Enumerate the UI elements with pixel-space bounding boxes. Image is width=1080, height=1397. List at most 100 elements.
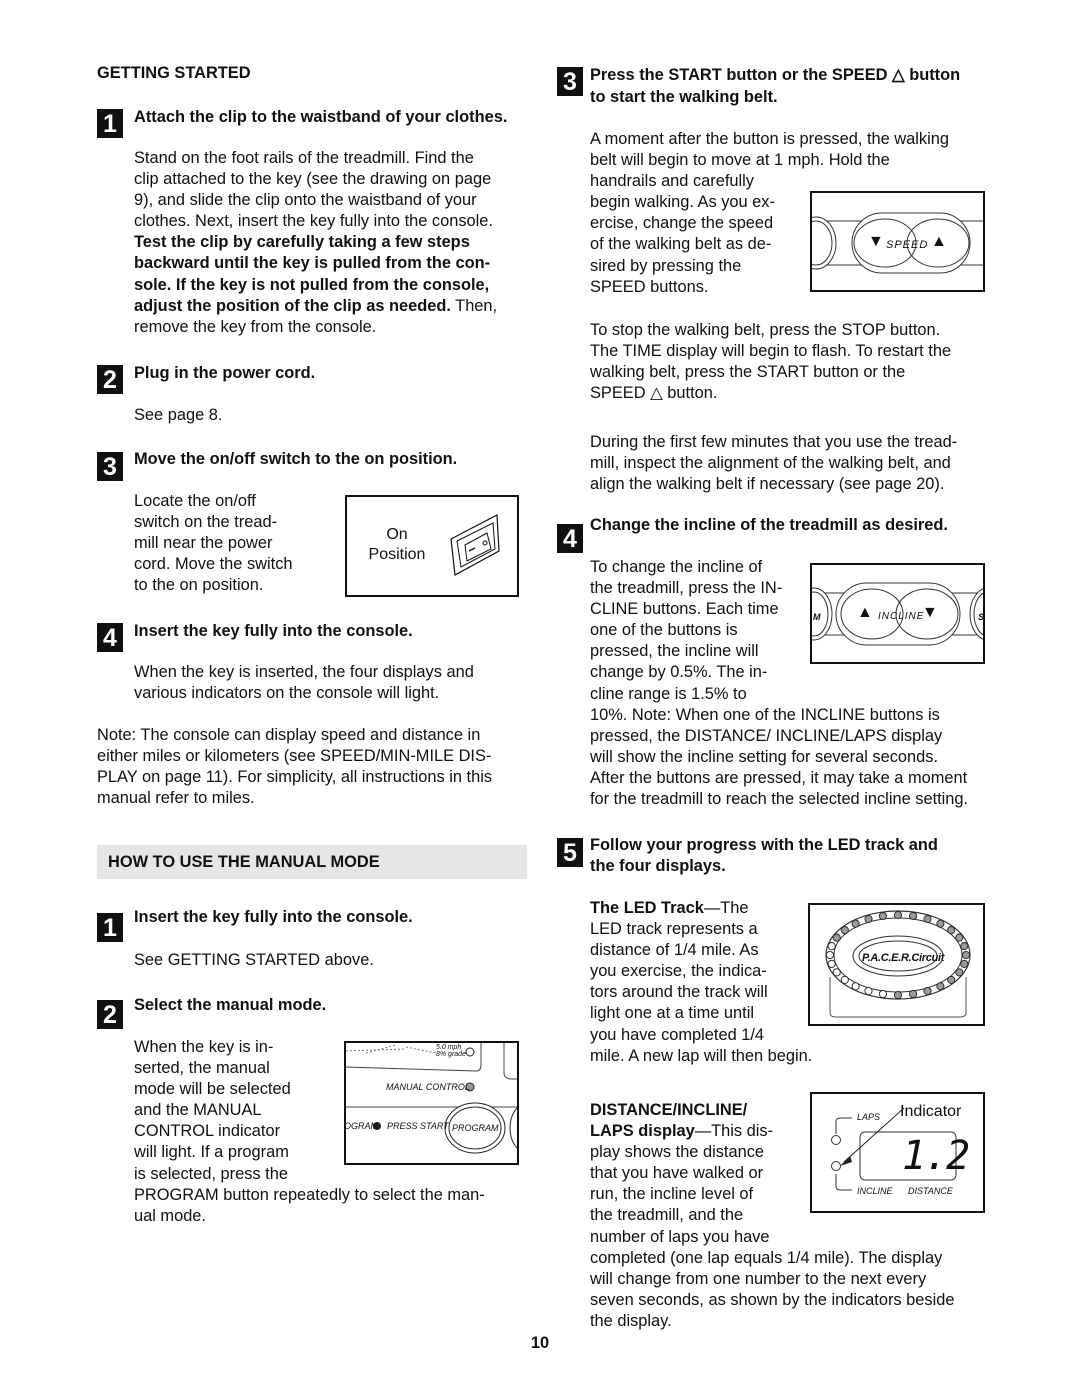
text-line: clip attached to the key (see the drawin… [134, 170, 492, 189]
step-number-badge: 3 [557, 67, 583, 96]
incline-indicator-label: INCLINE [857, 1186, 893, 1196]
distance-indicator-label: DISTANCE [908, 1186, 953, 1196]
text-line: When the key is inserted, the four displ… [134, 663, 474, 681]
belt-alignment-paragraph: During the first few minutes that you us… [590, 432, 957, 495]
text-line: The TIME display will begin to flash. To… [590, 342, 952, 361]
led-indicator-dot [909, 989, 918, 999]
text-line: for the treadmill to reach the selected … [590, 790, 969, 809]
text-line: 10%. Note: When one of the INCLINE butto… [590, 705, 940, 724]
text-line: you have completed 1/4 [590, 1025, 765, 1044]
text-line: PROGRAM button repeatedly to select the … [134, 1185, 485, 1204]
text-line: switch on the tread- [134, 513, 278, 532]
speed-up-icon: ▲ [931, 233, 947, 250]
text-line: align the walking belt if necessary (see… [590, 475, 945, 494]
units-note: Note: The console can display speed and … [97, 725, 492, 809]
text-line: mill, inspect the alignment of the walki… [590, 454, 951, 473]
laps-label: LAPS [857, 1112, 881, 1122]
speed-down-icon: ▼ [868, 233, 884, 250]
text-fragment: Then, [450, 296, 498, 315]
step-title: Insert the key fully into the console. [134, 908, 413, 926]
text-line: A moment after the button is pressed, th… [590, 130, 949, 148]
led-track-figure: P.A.C.E.R.Circuit [808, 903, 985, 1026]
led-indicator-dot [923, 914, 932, 924]
text-line: distance of 1/4 mile. As [590, 941, 759, 960]
term-label: LAPS display [590, 1122, 695, 1141]
incline-label: INCLINE [878, 611, 925, 622]
led-indicator-dot [955, 968, 964, 977]
title-line: Press the START button or the SPEED △ bu… [590, 66, 961, 84]
text-line: Locate the on/off [134, 492, 256, 510]
text-fragment: —The [703, 899, 749, 917]
manual-mode-heading: HOW TO USE THE MANUAL MODE [108, 853, 380, 871]
step-number-badge: 5 [557, 838, 583, 867]
led-indicator-dot [840, 975, 849, 984]
led-indicator-dot [832, 933, 841, 942]
warning-text: sole. If the key is not pulled from the … [134, 275, 490, 294]
step-number-badge: 2 [97, 1000, 123, 1029]
speed-label: SPEED [886, 239, 929, 251]
manual-control-console-figure: 5.0 mph 8% grade MANUAL CONTROL OGRAM PR… [344, 1041, 519, 1165]
text-line: Stand on the foot rails of the treadmill… [134, 149, 474, 167]
step-number-badge: 1 [97, 913, 123, 942]
led-indicator-dot [936, 982, 945, 991]
step-number-badge: 4 [97, 623, 123, 652]
text-line: you exercise, the indica- [590, 962, 767, 981]
manual-step-1-body: See GETTING STARTED above. [134, 951, 374, 969]
step-number-badge: 1 [97, 109, 123, 138]
led-indicator-dot [832, 968, 841, 977]
text-line: manual refer to miles. [97, 789, 255, 808]
text-line: either miles or kilometers (see SPEED/MI… [97, 747, 492, 766]
text-line: various indicators on the console will l… [134, 684, 440, 703]
led-indicator-dot [893, 910, 903, 920]
text-line: Note: The console can display speed and … [97, 726, 481, 744]
step-3-body: Locate the on/off switch on the tread- m… [134, 491, 293, 596]
led-indicator-dot [878, 989, 887, 999]
led-track-paragraph: The LED Track—The LED track represents a… [590, 898, 812, 1067]
led-indicator-dot [893, 990, 903, 1000]
speed-value-label: 5.0 mph [436, 1044, 462, 1051]
text-line: the display. [590, 1311, 672, 1330]
led-indicator-dot [878, 911, 887, 921]
grade-value-label: 8% grade [436, 1051, 466, 1058]
led-indicator-dot [864, 986, 873, 996]
warning-text: backward until the key is pulled from th… [134, 254, 491, 273]
program-edge-label: M [813, 612, 821, 622]
step-title: Plug in the power cord. [134, 364, 316, 382]
text-line: change by 0.5%. The in- [590, 663, 768, 682]
incline-up-icon: ▲ [857, 604, 873, 621]
text-line: handrails and carefully [590, 172, 755, 191]
led-indicator-dot [961, 950, 971, 960]
text-line: belt will begin to move at 1 mph. Hold t… [590, 151, 890, 170]
led-indicator-dot [947, 975, 956, 984]
text-line: number of laps you have [590, 1227, 770, 1246]
led-indicator-dot [825, 950, 835, 960]
pacer-circuit-logo: P.A.C.E.R.Circuit [862, 952, 945, 964]
step-number-badge: 2 [97, 365, 123, 394]
incline-down-icon: ▼ [922, 604, 938, 621]
text-line: After the buttons are pressed, it may ta… [590, 768, 968, 787]
text-line: ual mode. [134, 1206, 206, 1225]
label-line: Position [368, 546, 426, 563]
stop-belt-paragraph: To stop the walking belt, press the STOP… [590, 320, 951, 404]
text-line: completed (one lap equals 1/4 mile). The… [590, 1248, 943, 1267]
getting-started-heading: GETTING STARTED [97, 64, 251, 82]
title-line: the four displays. [590, 857, 726, 875]
step-title: Select the manual mode. [134, 996, 327, 1014]
program-button-label: PROGRAM [452, 1123, 499, 1133]
step-title: Move the on/off switch to the on positio… [134, 450, 458, 468]
title-line: Follow your progress with the LED track … [590, 836, 938, 854]
manual-mode-heading-bar: HOW TO USE THE MANUAL MODE [97, 845, 527, 879]
step-title: Change the incline of the treadmill as d… [590, 516, 948, 534]
led-indicator-dot [960, 959, 969, 968]
term-label: DISTANCE/INCLINE/ [590, 1101, 748, 1119]
led-indicator-dot [909, 911, 918, 921]
step-title: Insert the key fully into the console. [134, 622, 413, 640]
text-line: To stop the walking belt, press the STOP… [590, 321, 941, 339]
led-indicator-dot [960, 942, 969, 951]
led-indicator-dot [947, 926, 956, 935]
distance-readout: 1.2 [902, 1133, 970, 1179]
step-4-body: When the key is inserted, the four displ… [134, 662, 474, 704]
led-indicator-dot [864, 914, 873, 924]
text-line: seven seconds, as shown by the indicator… [590, 1290, 955, 1309]
text-fragment: —This dis- [694, 1122, 774, 1141]
